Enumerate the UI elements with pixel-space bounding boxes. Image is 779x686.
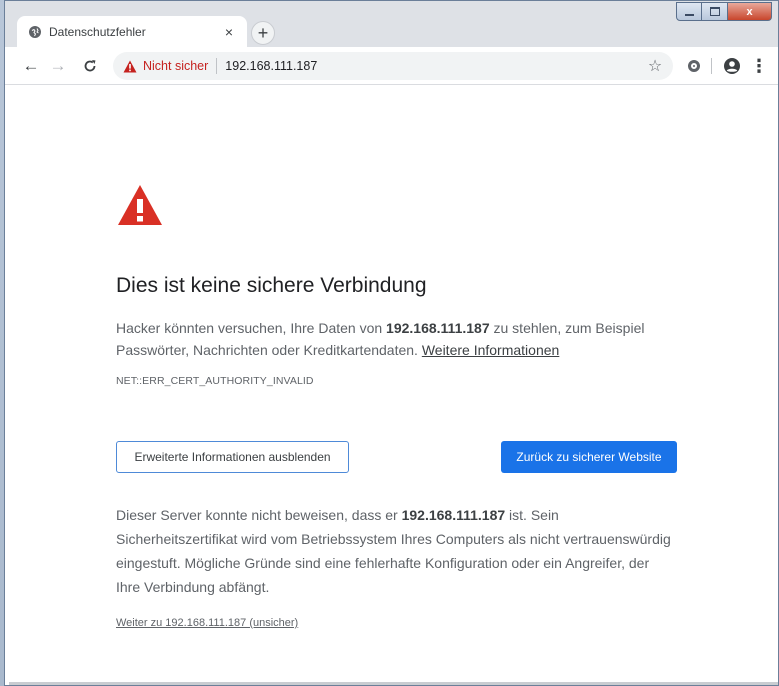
bookmark-star-icon[interactable]: ☆ [643,56,667,76]
profile-avatar-icon[interactable] [723,57,741,75]
details-host-name: 192.168.111.187 [401,507,506,523]
address-bar[interactable]: Nicht sicher 192.168.111.187 ☆ [113,52,673,80]
tab-close-icon[interactable]: × [221,24,237,40]
tab-active[interactable]: Datenschutzfehler × [17,16,247,47]
forward-arrow-icon: → [49,56,67,75]
forward-button[interactable]: → [48,56,68,76]
security-status-label[interactable]: Nicht sicher [143,59,208,73]
toolbar: ← → Nicht sicher 192.168.111.187 ☆ ⋮ [5,47,778,85]
proceed-unsafe-link[interactable]: Weiter zu 192.168.111.187 (unsicher) [116,617,298,629]
maximize-button[interactable] [702,2,728,21]
back-button[interactable]: ← [21,56,41,76]
details-text-1: Dieser Server konnte nicht beweisen, das… [116,507,402,523]
reload-icon [84,60,96,72]
warning-triangle-icon[interactable] [123,60,137,73]
error-code: NET::ERR_CERT_AUTHORITY_INVALID [116,375,314,387]
page-title: Dies ist keine sichere Verbindung [116,274,427,297]
back-to-safety-button[interactable]: Zurück zu sicherer Website [501,441,677,473]
page-content: Dies ist keine sichere Verbindung Hacker… [5,85,778,685]
host-name: 192.168.111.187 [386,320,490,336]
globe-icon [29,25,41,38]
close-window-button[interactable]: x [728,2,772,21]
large-warning-triangle-icon [118,185,162,225]
maximize-icon [709,7,720,16]
close-icon: x [746,5,753,18]
hide-advanced-button[interactable]: Erweiterte Informationen ausblenden [116,441,349,473]
browser-window: Datenschutzfehler × + x ← → Nicht sicher… [4,0,779,686]
reload-button[interactable] [80,56,100,76]
back-arrow-icon: ← [22,56,40,75]
toolbar-divider [711,58,712,74]
omnibox-divider [216,58,218,74]
learn-more-link[interactable]: Weitere Informationen [422,342,559,358]
window-left-frame [0,0,4,686]
description-text-1: Hacker könnten versuchen, Ihre Daten von [116,320,387,336]
tab-strip: Datenschutzfehler × + x [5,1,778,47]
tab-title: Datenschutzfehler [49,24,146,39]
new-tab-button[interactable]: + [251,21,275,45]
menu-kebab-icon[interactable]: ⋮ [750,56,768,76]
advanced-details: Dieser Server konnte nicht beweisen, das… [116,503,676,599]
minimize-icon [684,13,694,16]
url-text[interactable]: 192.168.111.187 [225,59,643,73]
window-bottom-border [9,682,778,685]
minimize-button[interactable] [676,2,702,21]
window-controls: x [676,2,772,21]
warning-description: Hacker könnten versuchen, Ihre Daten von… [116,317,676,361]
extension-icon[interactable] [688,60,700,72]
